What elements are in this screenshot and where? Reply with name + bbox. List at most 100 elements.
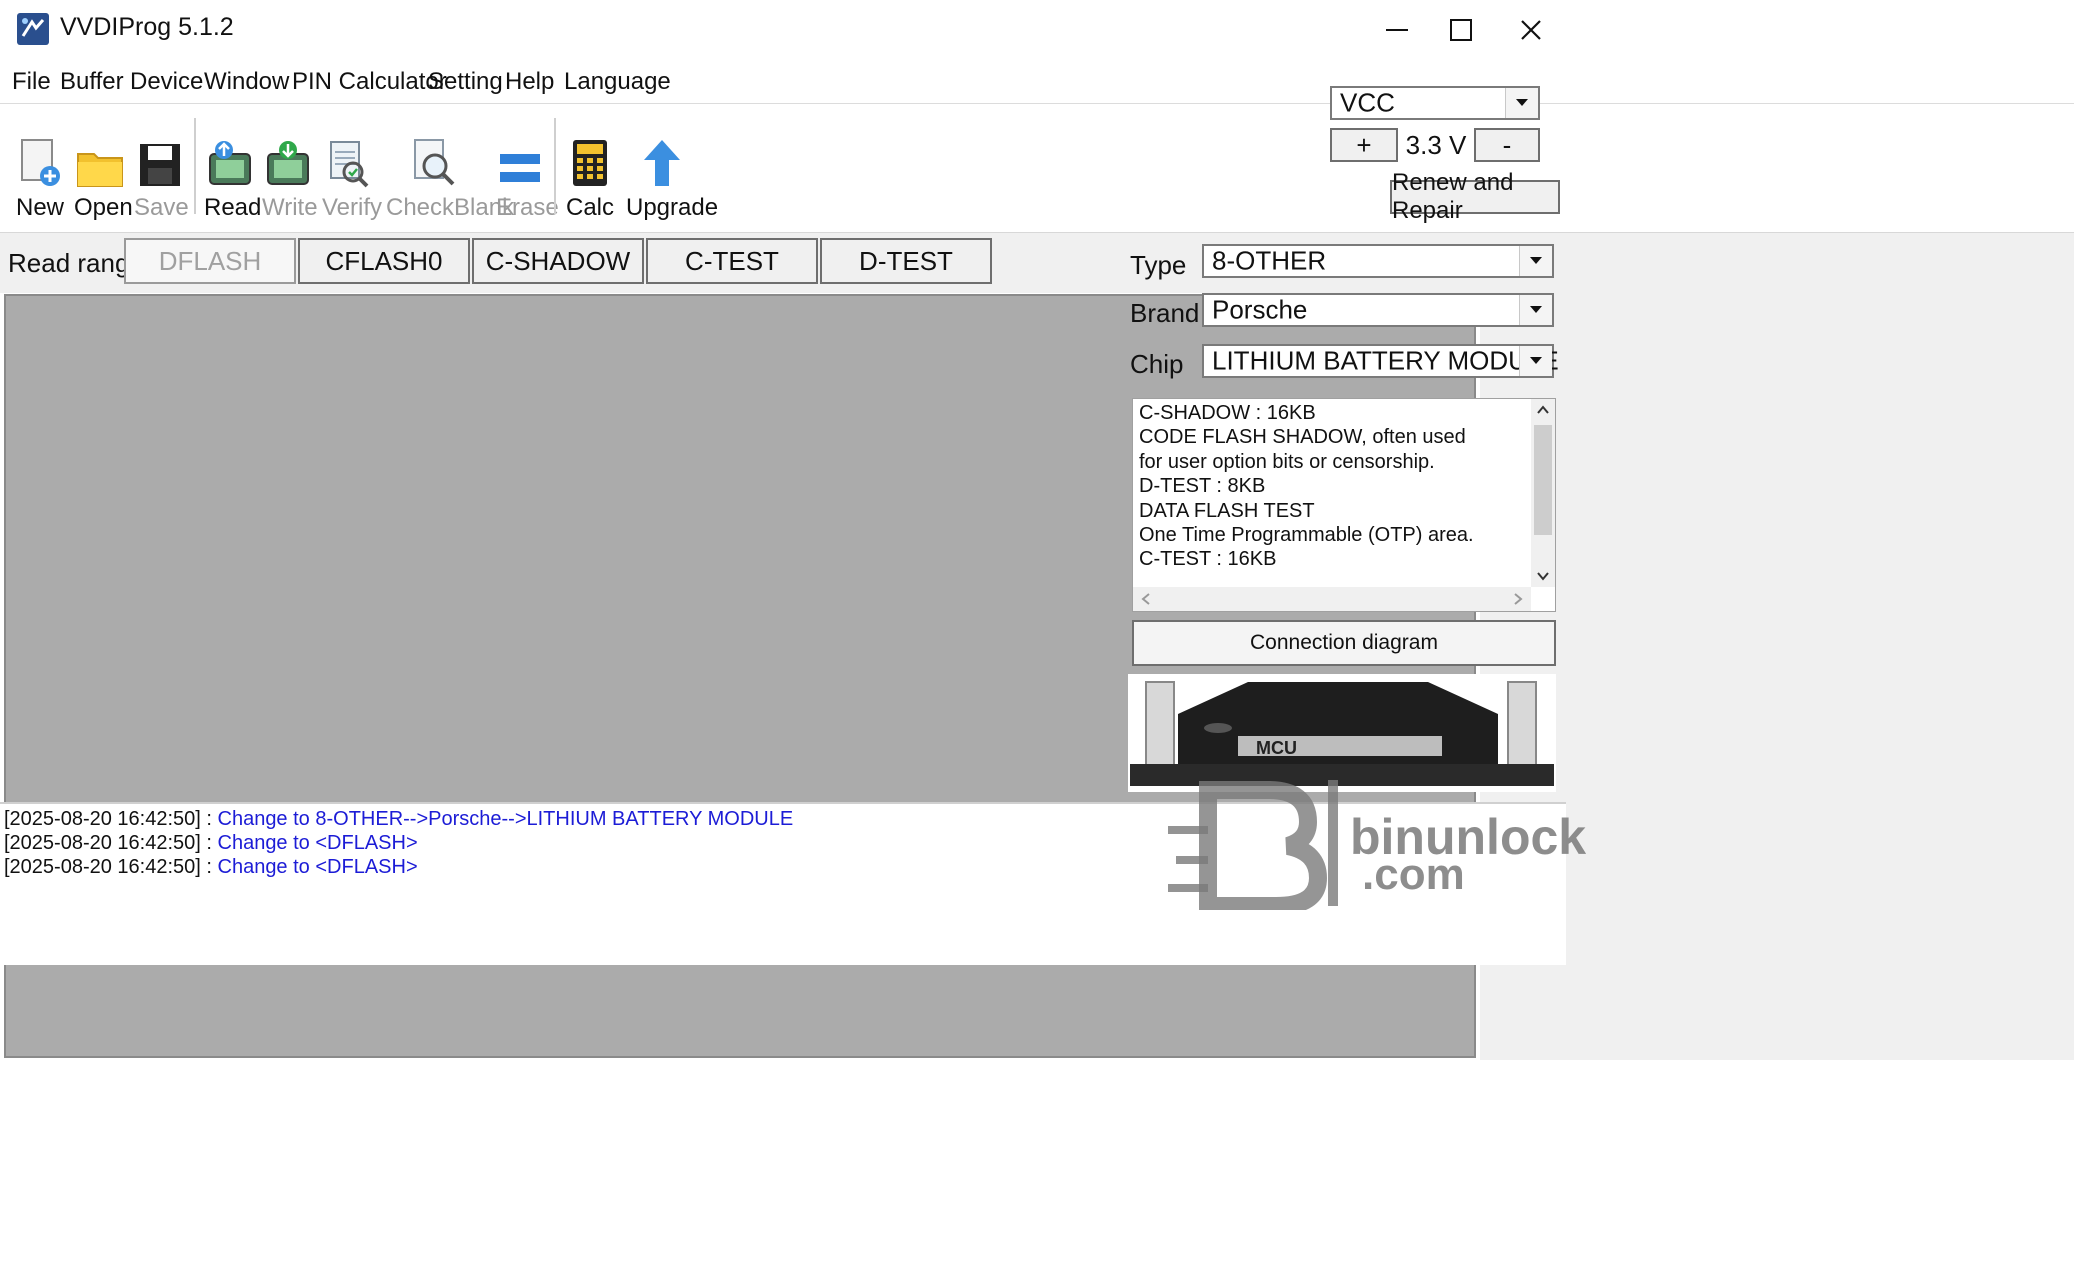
horizontal-scrollbar[interactable] bbox=[1133, 587, 1531, 611]
save-disk-icon bbox=[134, 118, 186, 188]
log-line: [2025-08-20 16:42:50] : Change to 8-OTHE… bbox=[4, 808, 793, 831]
menu-window[interactable]: Window bbox=[204, 68, 289, 96]
log-timestamp: [2025-08-20 16:42:50] : bbox=[4, 808, 218, 830]
close-button[interactable] bbox=[1486, 0, 1576, 60]
power-select-value: VCC bbox=[1340, 87, 1395, 118]
minimize-icon bbox=[1386, 29, 1408, 31]
write-button[interactable]: Write bbox=[262, 118, 318, 222]
close-icon bbox=[1521, 20, 1541, 40]
power-select[interactable]: VCC bbox=[1330, 86, 1540, 120]
open-button[interactable]: Open bbox=[74, 118, 133, 222]
verify-button[interactable]: Verify bbox=[322, 118, 383, 222]
mcu-label: MCU bbox=[1256, 738, 1297, 758]
vertical-scrollbar[interactable] bbox=[1531, 399, 1555, 587]
calc-button[interactable]: Calc bbox=[566, 118, 614, 222]
verify-icon bbox=[322, 118, 374, 188]
info-line: One Time Programmable (OTP) area. bbox=[1139, 524, 1474, 547]
upgrade-label: Upgrade bbox=[626, 194, 719, 221]
range-tab-c-shadow[interactable]: C-SHADOW bbox=[472, 238, 644, 284]
brand-select-value: Porsche bbox=[1212, 294, 1308, 325]
info-line: for user option bits or censorship. bbox=[1139, 450, 1435, 473]
chip-info-text: C-SHADOW : 16KB CODE FLASH SHADOW, often… bbox=[1139, 401, 1474, 572]
folder-icon bbox=[74, 118, 126, 188]
range-tab-d-test[interactable]: D-TEST bbox=[820, 238, 992, 284]
new-button[interactable]: New bbox=[14, 118, 66, 222]
chevron-down-icon bbox=[1519, 295, 1552, 325]
write-label: Write bbox=[262, 194, 318, 221]
read-chip-icon bbox=[204, 118, 256, 188]
window-title: VVDIProg 5.1.2 bbox=[60, 13, 234, 41]
brand-label: Brand bbox=[1130, 298, 1200, 328]
erase-icon bbox=[496, 118, 544, 188]
watermark-logo-icon bbox=[1168, 780, 1338, 910]
log-message: Change to 8-OTHER-->Porsche-->LITHIUM BA… bbox=[217, 808, 794, 830]
open-label: Open bbox=[74, 194, 133, 221]
toolbar-separator bbox=[554, 118, 556, 214]
log-message: Change to <DFLASH> bbox=[217, 832, 418, 854]
type-select-value: 8-OTHER bbox=[1212, 245, 1327, 276]
chevron-right-icon bbox=[1514, 593, 1523, 605]
chip-select-value: LITHIUM BATTERY MODULE bbox=[1212, 345, 1559, 376]
upgrade-arrow-icon bbox=[626, 118, 698, 188]
brand-select[interactable]: Porsche bbox=[1202, 293, 1554, 327]
info-line: CODE FLASH SHADOW, often used bbox=[1139, 426, 1466, 449]
erase-label: Erase bbox=[496, 194, 559, 221]
save-label: Save bbox=[134, 194, 189, 221]
menu-device[interactable]: Device bbox=[130, 68, 203, 96]
upgrade-button[interactable]: Upgrade bbox=[626, 118, 719, 222]
log-line: [2025-08-20 16:42:50] : Change to <DFLAS… bbox=[4, 832, 418, 855]
menu-file[interactable]: File bbox=[12, 68, 51, 96]
range-tab-dflash[interactable]: DFLASH bbox=[124, 238, 296, 284]
info-line: C-SHADOW : 16KB bbox=[1139, 402, 1316, 424]
range-tab-c-test[interactable]: C-TEST bbox=[646, 238, 818, 284]
log-line: [2025-08-20 16:42:50] : Change to <DFLAS… bbox=[4, 856, 418, 879]
log-timestamp: [2025-08-20 16:42:50] : bbox=[4, 856, 218, 878]
scrollbar-thumb[interactable] bbox=[1534, 425, 1552, 535]
type-select[interactable]: 8-OTHER bbox=[1202, 244, 1554, 278]
info-line: DATA FLASH TEST bbox=[1139, 499, 1315, 522]
verify-label: Verify bbox=[322, 194, 383, 221]
renew-and-repair-button[interactable]: Renew and Repair bbox=[1390, 169, 1560, 224]
voltage-minus-button[interactable]: - bbox=[1474, 128, 1540, 162]
chevron-down-icon bbox=[1519, 346, 1552, 376]
checkblank-label: CheckBlank bbox=[386, 194, 515, 221]
chip-select[interactable]: LITHIUM BATTERY MODULE bbox=[1202, 344, 1559, 378]
range-tab-cflash0[interactable]: CFLASH0 bbox=[298, 238, 470, 284]
chevron-up-icon bbox=[1537, 405, 1549, 414]
app-icon bbox=[17, 13, 49, 45]
write-chip-icon bbox=[262, 118, 314, 188]
info-line: D-TEST : 8KB bbox=[1139, 475, 1266, 498]
chevron-down-icon bbox=[1537, 572, 1549, 581]
watermark-text: .com bbox=[1362, 850, 1465, 899]
menu-setting[interactable]: Setting bbox=[428, 68, 503, 96]
log-message: Change to <DFLASH> bbox=[217, 856, 418, 878]
calc-label: Calc bbox=[566, 194, 615, 221]
menu-help[interactable]: Help bbox=[505, 68, 554, 96]
menu-language[interactable]: Language bbox=[564, 68, 671, 96]
new-label: New bbox=[15, 194, 64, 221]
connection-diagram-button[interactable]: Connection diagram bbox=[1132, 620, 1556, 666]
title-bar bbox=[0, 0, 2074, 60]
chevron-down-icon bbox=[1519, 246, 1552, 276]
read-button[interactable]: Read bbox=[204, 118, 261, 222]
menu-buffer[interactable]: Buffer bbox=[60, 68, 124, 96]
menu-pin-calculator[interactable]: PIN Calculator bbox=[292, 68, 447, 96]
voltage-value: 3.3 V bbox=[1405, 129, 1467, 160]
maximize-icon bbox=[1450, 19, 1472, 41]
toolbar-separator bbox=[194, 118, 196, 214]
info-line: C-TEST : 16KB bbox=[1139, 548, 1277, 571]
chevron-down-icon bbox=[1505, 88, 1538, 118]
chip-label: Chip bbox=[1130, 349, 1184, 379]
checkblank-button[interactable]: CheckBlank bbox=[386, 118, 515, 222]
new-file-icon bbox=[14, 118, 66, 188]
chip-info-box[interactable]: C-SHADOW : 16KB CODE FLASH SHADOW, often… bbox=[1132, 398, 1556, 612]
chevron-left-icon bbox=[1141, 593, 1150, 605]
calculator-icon bbox=[566, 118, 614, 188]
erase-button[interactable]: Erase bbox=[496, 118, 559, 222]
chip-selection-panel bbox=[1480, 292, 2074, 1060]
save-button[interactable]: Save bbox=[134, 118, 189, 222]
log-timestamp: [2025-08-20 16:42:50] : bbox=[4, 832, 218, 854]
checkblank-icon bbox=[386, 118, 482, 188]
type-label: Type bbox=[1130, 250, 1187, 280]
voltage-plus-button[interactable]: + bbox=[1330, 128, 1398, 162]
